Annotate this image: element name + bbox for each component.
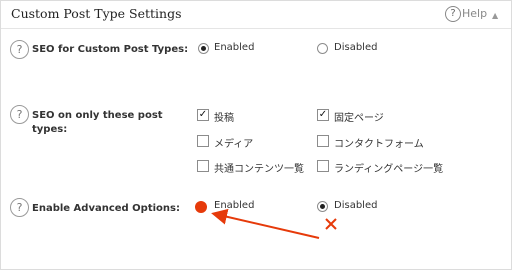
cross-mark-icon <box>325 218 337 230</box>
annotation-overlay <box>211 208 337 239</box>
settings-panel: Custom Post Type Settings ? Help ▲ ? SEO… <box>0 0 512 270</box>
annotation-arrow <box>211 208 320 239</box>
